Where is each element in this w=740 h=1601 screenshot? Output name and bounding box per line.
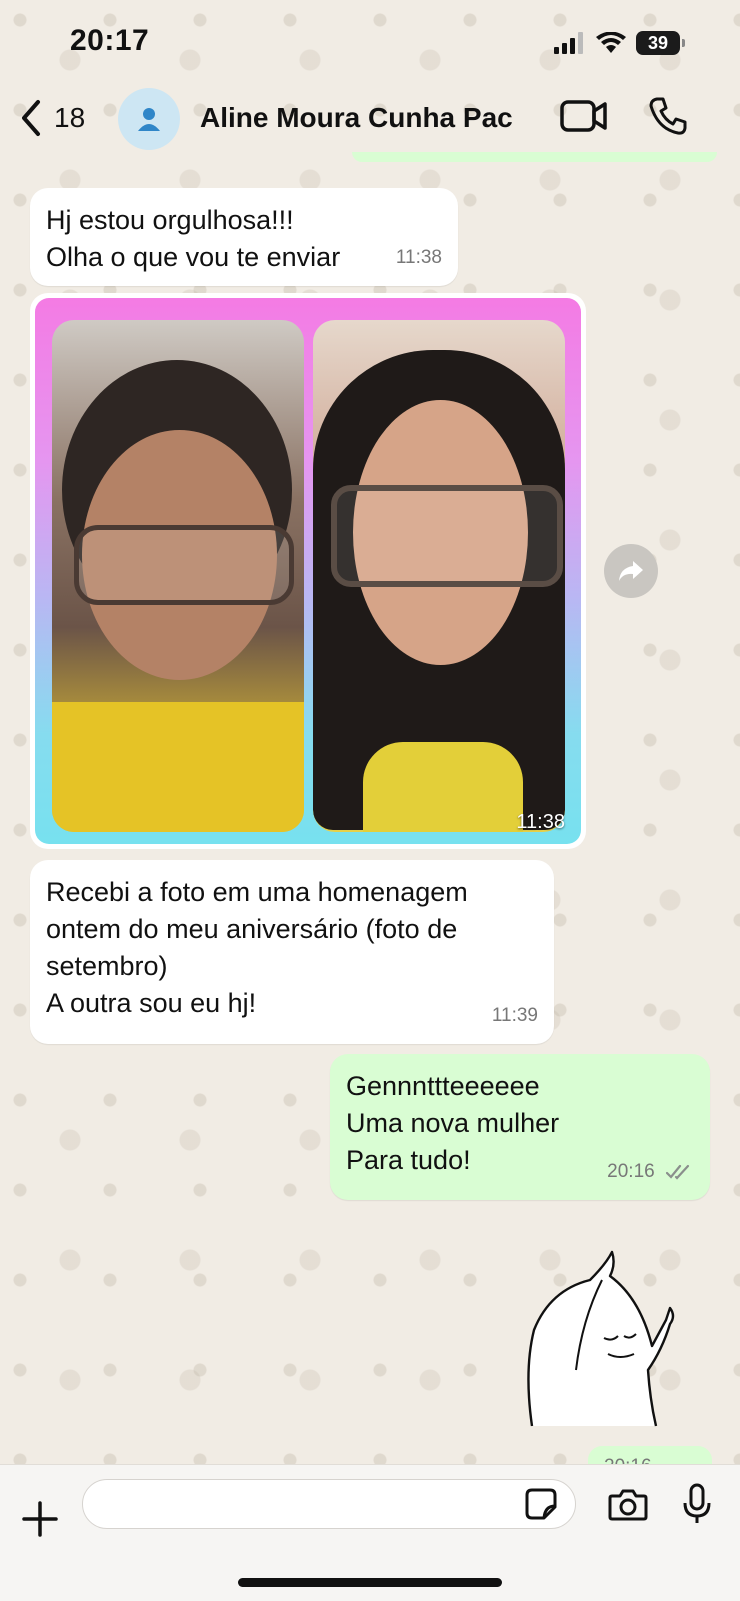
camera-button[interactable] [608,1487,648,1526]
contact-avatar[interactable] [118,88,180,150]
message-time: 20:16 [607,1153,694,1190]
video-call-button[interactable] [560,98,608,139]
message-input[interactable] [82,1479,576,1529]
chat-header: 18 Aline Moura Cunha Pac [0,80,740,160]
wifi-icon [596,32,626,53]
incoming-message[interactable]: Recebi a foto em uma homenagem ontem do … [30,860,554,1044]
status-icons: 39 [554,28,685,58]
voice-call-button[interactable] [648,96,688,141]
attach-button[interactable] [22,1501,58,1542]
photo-before [52,320,304,832]
camera-icon [608,1489,648,1521]
contact-name[interactable]: Aline Moura Cunha Pac [200,102,513,134]
home-indicator [238,1578,502,1587]
status-time: 20:17 [70,24,150,57]
message-text: Recebi a foto em uma homenagem ontem do … [46,877,468,1018]
microphone-button[interactable] [682,1483,712,1530]
sticker-button[interactable] [524,1487,558,1526]
contact-avatar-icon [138,108,160,131]
sticker-message[interactable] [520,1250,690,1430]
previous-outgoing-bubble-edge [352,152,717,162]
signal-icon [554,32,583,54]
back-chevron-icon [22,100,40,136]
video-call-icon [560,100,607,132]
forward-button[interactable] [604,544,658,598]
message-text: Hj estou orgulhosa!!! Olha o que vou te … [46,205,341,272]
plus-icon [22,1501,58,1537]
incoming-photo-message[interactable]: 11:38 [30,293,586,849]
double-check-icon [666,1164,690,1180]
photo-time: 11:38 [516,811,565,833]
message-time: 11:39 [491,1005,538,1026]
message-time: 11:38 [395,247,442,268]
photo-collage[interactable]: 11:38 [35,298,581,844]
status-bar: 20:17 39 [0,0,740,80]
outgoing-message[interactable]: Gennnttteeeeee Uma nova mulher Para tudo… [330,1054,710,1200]
incoming-message[interactable]: Hj estou orgulhosa!!! Olha o que vou te … [30,188,458,286]
forward-icon [619,561,643,581]
unread-count: 18 [54,102,86,133]
photo-after [313,320,565,832]
battery-icon: 39 [636,31,685,55]
sticker-icon [525,1488,557,1520]
back-button[interactable]: 18 [18,98,85,138]
microphone-icon [683,1483,711,1523]
phone-icon [649,97,687,135]
